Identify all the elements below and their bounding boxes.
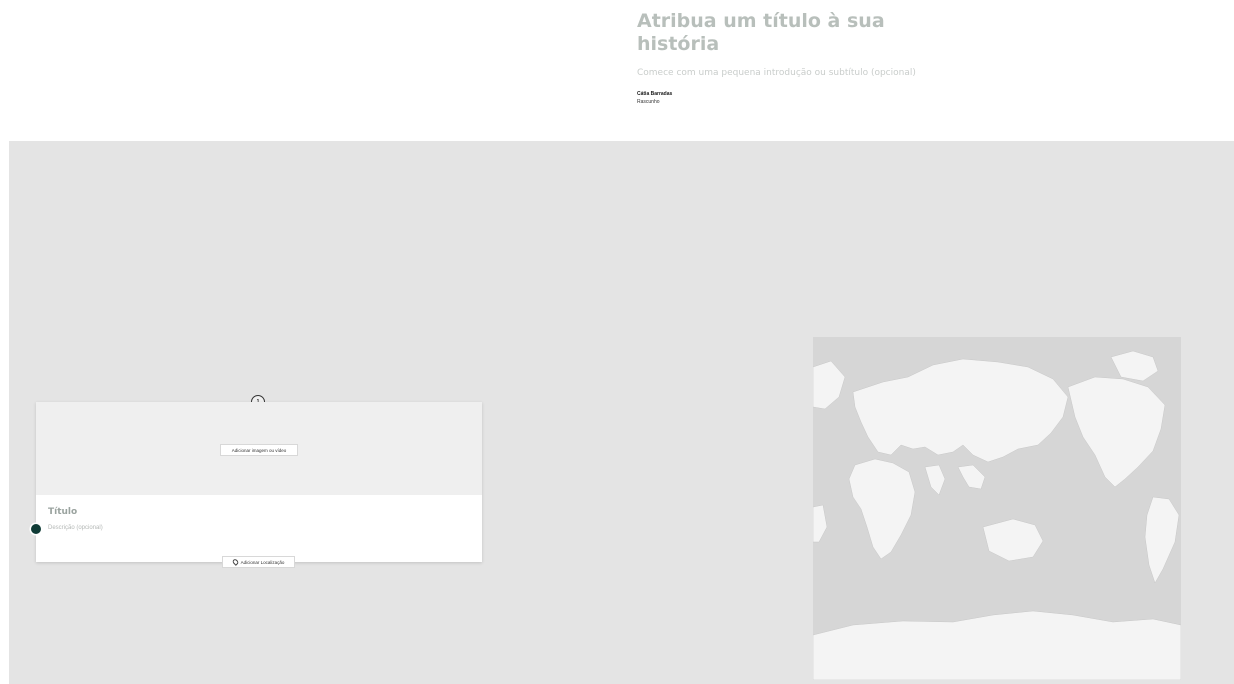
- story-header: Atribua um título à sua história Comece …: [0, 0, 1234, 141]
- step-title-input[interactable]: Título: [48, 507, 77, 517]
- southeast-asia-landmass: [957, 464, 986, 490]
- add-location-button[interactable]: Adicionar Localização: [222, 556, 295, 568]
- world-map[interactable]: [813, 337, 1181, 680]
- author-name: Cátia Barradas: [637, 91, 673, 97]
- add-location-label: Adicionar Localização: [240, 559, 285, 565]
- media-placeholder[interactable]: Adicionar imagem ou vídeo: [36, 402, 482, 495]
- north-america-landmass: [1067, 376, 1166, 488]
- antarctica-landmass: [813, 610, 1181, 680]
- map-pin-icon: [231, 558, 239, 566]
- story-subtitle-input[interactable]: Comece com uma pequena introdução ou sub…: [637, 68, 916, 78]
- north-america-west-landmass: [813, 360, 846, 410]
- south-america-landmass: [1144, 496, 1180, 584]
- australia-landmass: [982, 518, 1044, 562]
- africa-landmass: [848, 458, 916, 560]
- timeline-dot[interactable]: [31, 524, 41, 534]
- india-landmass: [924, 464, 946, 496]
- story-title-input[interactable]: Atribua um título à sua história: [637, 10, 937, 56]
- europe-asia-landmass: [852, 358, 1069, 463]
- add-media-button[interactable]: Adicionar imagem ou vídeo: [220, 444, 298, 456]
- world-map-graphic: [813, 350, 1181, 680]
- south-america-west-landmass: [813, 504, 828, 543]
- greenland-landmass: [1110, 350, 1159, 382]
- story-status: Rascunho: [637, 99, 660, 105]
- step-description-input[interactable]: Descrição (opcional): [48, 525, 103, 531]
- step-card: Adicionar imagem ou vídeo Título Descriç…: [36, 402, 482, 562]
